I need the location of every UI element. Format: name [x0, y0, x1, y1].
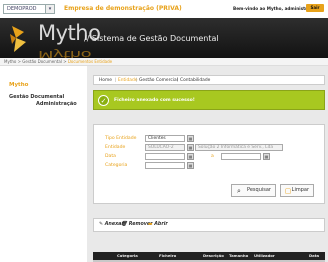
breadcrumb-bar: Mytho > Gestão Documental > Documentos E…: [0, 58, 328, 66]
breadcrumb-current: Documentos Entidade: [67, 59, 113, 64]
entidade-code-field[interactable]: SOLUCAO-2: [145, 144, 185, 151]
categoria-field[interactable]: [145, 162, 185, 169]
calendar-icon[interactable]: ▦: [263, 153, 270, 160]
top-bar: DEMOPROD ▾ Empresa de demonstração (PRIV…: [0, 0, 328, 18]
sidebar: Mytho Gestão Documental Administração: [0, 66, 84, 262]
search-button-label: Pesquisar: [247, 187, 271, 193]
search-button[interactable]: ⌕ Pesquisar: [231, 184, 276, 197]
lookup-icon[interactable]: ▦: [187, 162, 194, 169]
tipo-entidade-select[interactable]: Clientes: [145, 135, 185, 142]
check-icon: ✓: [98, 95, 109, 106]
calendar-icon[interactable]: ▦: [187, 153, 194, 160]
calendar-icon[interactable]: ▦: [187, 135, 194, 142]
logo-reflection: Mytho: [38, 48, 92, 58]
tab-home[interactable]: Home: [99, 77, 112, 84]
trash-icon: 🗑: [121, 222, 128, 227]
date-separator: a: [211, 154, 214, 159]
date-from-field[interactable]: [145, 153, 185, 160]
logo-icon: [10, 26, 26, 52]
breadcrumb-path[interactable]: Mytho > Gestão Documental >: [4, 59, 68, 64]
tab-bar: Home | Entidade | Gestão Comercial | Con…: [93, 75, 325, 85]
lookup-icon[interactable]: ▦: [187, 144, 194, 151]
main-panel: Home | Entidade | Gestão Comercial | Con…: [87, 66, 328, 262]
column-header[interactable]: Tamanho: [229, 253, 248, 258]
notice-text: Ficheiro anexado com sucesso!: [114, 98, 195, 103]
company-name: Empresa de demonstração (PRIVA): [64, 5, 182, 12]
app-header: Mytho Mytho // Sistema de Gestão Documen…: [0, 18, 328, 58]
column-header[interactable]: Ficheiro: [159, 253, 176, 258]
tab-contabilidade[interactable]: Contabilidade: [180, 77, 210, 84]
open-label: Abrir: [154, 222, 168, 227]
sidebar-item-administracao[interactable]: Administração: [36, 101, 77, 107]
clear-icon: ▢: [284, 187, 292, 195]
column-header[interactable]: Descrição: [203, 253, 224, 258]
data-label: Data: [105, 154, 116, 159]
tab-entidade[interactable]: Entidade: [118, 77, 137, 84]
tipo-entidade-label: Tipo Entidade: [105, 136, 137, 141]
search-icon: ⌕: [237, 187, 241, 195]
exit-button[interactable]: Sair: [306, 4, 324, 12]
paperclip-icon: ✎: [99, 222, 104, 227]
sidebar-title[interactable]: Mytho: [9, 82, 28, 88]
date-to-field[interactable]: [221, 153, 261, 160]
grid-header: Categoria Ficheiro Descrição Tamanho Uti…: [93, 252, 325, 260]
entidade-name-field: Solução 2 Informática e Serv., Lda: [195, 144, 283, 151]
success-notice: ✓ Ficheiro anexado com sucesso!: [93, 90, 325, 110]
entidade-label: Entidade: [105, 145, 126, 150]
tab-gestao-comercial[interactable]: Gestão Comercial: [139, 77, 178, 84]
column-header[interactable]: Utilizador: [254, 253, 275, 258]
column-header[interactable]: Categoria: [117, 253, 138, 258]
company-select-value: DEMOPROD: [7, 6, 37, 12]
clear-button[interactable]: ▢ Limpar: [280, 184, 314, 197]
folder-icon: ▬: [148, 222, 153, 227]
sidebar-item-gestao-documental[interactable]: Gestão Documental: [9, 94, 64, 100]
breadcrumb: Mytho > Gestão Documental > Documentos E…: [4, 59, 112, 64]
chevron-down-icon[interactable]: ▾: [45, 5, 54, 13]
page-title: // Sistema de Gestão Documental: [84, 34, 219, 43]
clear-button-label: Limpar: [291, 187, 309, 193]
action-bar: ✎ Anexar 🗑 Remover ▬ Abrir: [93, 218, 325, 232]
categoria-label: Categoria: [105, 163, 128, 168]
column-header[interactable]: Data: [309, 253, 319, 258]
search-form: Tipo Entidade Clientes ▦ Entidade SOLUCA…: [93, 124, 325, 204]
company-select[interactable]: DEMOPROD ▾: [3, 4, 55, 14]
open-button[interactable]: ▬ Abrir: [148, 222, 168, 227]
